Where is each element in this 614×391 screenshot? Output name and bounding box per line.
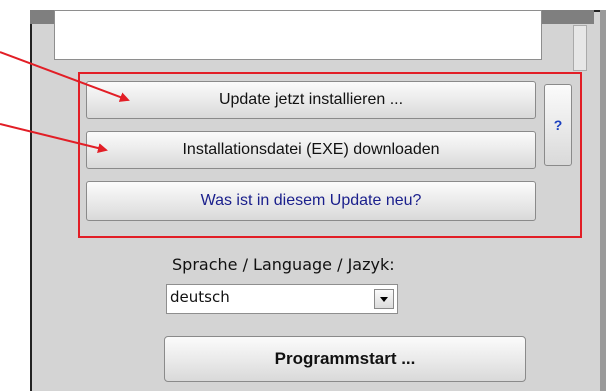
- arrow-icon: [0, 123, 108, 153]
- annotation-arrows: [0, 51, 130, 153]
- arrow-icon: [0, 51, 130, 102]
